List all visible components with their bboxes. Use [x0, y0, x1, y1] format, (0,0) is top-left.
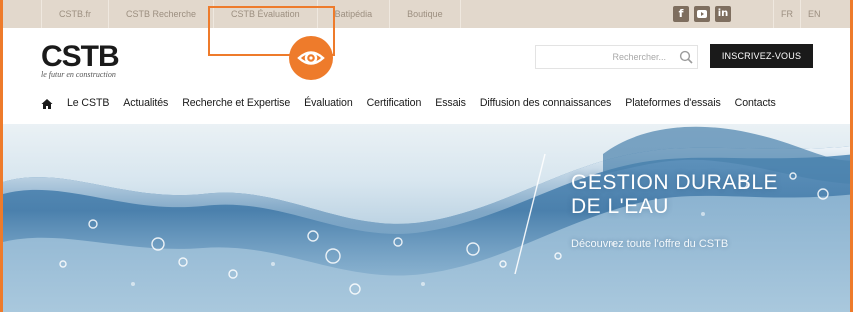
top-utility-bar: CSTB.fr CSTB Recherche CSTB Évaluation B…	[3, 0, 850, 28]
facebook-icon[interactable]: f	[673, 6, 689, 22]
hero-title-line2: DE L'EAU	[571, 195, 669, 218]
nav-item-certification[interactable]: Certification	[367, 97, 422, 109]
social-links: f in	[673, 6, 731, 22]
nav-item-recherche[interactable]: Recherche et Expertise	[182, 97, 290, 109]
nav-item-diffusion[interactable]: Diffusion des connaissances	[480, 97, 611, 109]
hero-title-line1: GESTION DURABLE	[571, 171, 779, 194]
linkedin-icon[interactable]: in	[715, 6, 731, 22]
eye-icon	[289, 36, 333, 80]
hero-title: GESTION DURABLE DE L'EAU	[571, 171, 778, 219]
nav-item-actualites[interactable]: Actualités	[123, 97, 168, 109]
main-nav: Le CSTB Actualités Recherche et Expertis…	[41, 92, 790, 114]
nav-item-essais[interactable]: Essais	[435, 97, 466, 109]
hero-subtitle[interactable]: Découvrez toute l'offre du CSTB	[571, 238, 728, 250]
home-icon[interactable]	[41, 97, 53, 109]
lang-en[interactable]: EN	[800, 0, 828, 28]
search-icon[interactable]	[679, 50, 693, 69]
search-box	[535, 45, 698, 69]
toplink-boutique[interactable]: Boutique	[390, 0, 461, 28]
logo-wordmark: CSTB	[41, 40, 120, 73]
hero-banner[interactable]: GESTION DURABLE DE L'EAU Découvrez toute…	[3, 124, 850, 312]
language-switcher: FR EN	[773, 0, 828, 28]
lang-fr[interactable]: FR	[773, 0, 800, 28]
toplink-cstb-recherche[interactable]: CSTB Recherche	[109, 0, 215, 28]
toplink-cstb-fr[interactable]: CSTB.fr	[41, 0, 110, 28]
nav-item-contacts[interactable]: Contacts	[735, 97, 776, 109]
youtube-icon[interactable]	[694, 6, 710, 22]
nav-item-le-cstb[interactable]: Le CSTB	[67, 97, 109, 109]
signup-button[interactable]: INSCRIVEZ-VOUS	[710, 44, 813, 68]
page-frame: CSTB.fr CSTB Recherche CSTB Évaluation B…	[0, 0, 853, 312]
nav-item-evaluation[interactable]: Évaluation	[304, 97, 353, 109]
logo-tagline: le futur en construction	[41, 70, 116, 79]
nav-item-plateformes[interactable]: Plateformes d'essais	[625, 97, 721, 109]
cstb-logo[interactable]: CSTB le futur en construction	[41, 40, 120, 80]
search-input[interactable]	[540, 48, 670, 66]
